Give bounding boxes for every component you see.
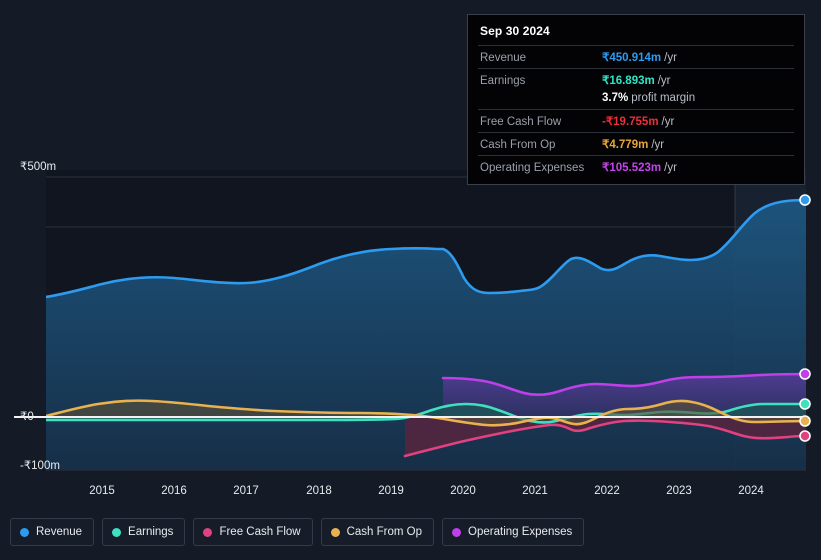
tooltip-unit-earnings: /yr [657, 75, 671, 87]
x-tick-2021: 2021 [522, 485, 548, 497]
tooltip-unit-operating-expenses: /yr [664, 162, 677, 174]
tooltip-label-earnings: Earnings [480, 75, 526, 87]
endpoint-revenue[interactable] [799, 194, 811, 206]
tooltip-row-profit-margin: 3.7% profit margin [478, 91, 794, 109]
y-tick-0: ₹0 [20, 411, 34, 423]
tooltip-unit-profit-margin: profit margin [631, 92, 696, 104]
endpoint-earnings[interactable] [799, 398, 811, 410]
tooltip-label-free-cash-flow: Free Cash Flow [480, 116, 562, 128]
tooltip-unit-free-cash-flow: /yr [661, 116, 675, 128]
tooltip-value-free-cash-flow: -₹19.755m [602, 116, 659, 128]
tooltip-unit-cash-from-op: /yr [651, 139, 665, 151]
tooltip-date: Sep 30 2024 [480, 24, 550, 38]
chart-page: ₹500m ₹0 -₹100m 2015 2016 2017 2018 2019… [0, 0, 821, 560]
legend-item-cash-from-op[interactable]: Cash From Op [320, 518, 435, 546]
tooltip-row-cash-from-op: Cash From Op ₹4.779m /yr [478, 132, 794, 155]
legend-dot-icon-operating-expenses [452, 527, 462, 537]
tooltip-label-operating-expenses: Operating Expenses [480, 162, 585, 174]
endpoint-cash-from-op[interactable] [799, 415, 811, 427]
x-tick-2018: 2018 [306, 485, 332, 497]
tooltip-row-earnings: Earnings ₹16.893m /yr [478, 68, 794, 91]
tooltip-value-operating-expenses: ₹105.523m [602, 162, 662, 174]
tooltip-value-cash-from-op: ₹4.779m [602, 139, 649, 151]
tooltip-value-revenue: ₹450.914m [602, 52, 662, 64]
x-tick-2017: 2017 [233, 485, 259, 497]
x-tick-2020: 2020 [450, 485, 476, 497]
legend-item-free-cash-flow[interactable]: Free Cash Flow [193, 518, 313, 546]
x-tick-2024: 2024 [738, 485, 764, 497]
y-tick-minus-100m: -₹100m [20, 460, 60, 472]
legend-dot-icon-revenue [20, 527, 29, 537]
tooltip-row-revenue: Revenue ₹450.914m /yr [478, 45, 794, 68]
legend-label-earnings: Earnings [128, 526, 174, 538]
endpoint-operating-expenses[interactable] [799, 368, 811, 380]
tooltip-label-cash-from-op: Cash From Op [480, 139, 556, 151]
tooltip-value-profit-margin: 3.7% [602, 92, 629, 104]
x-tick-2023: 2023 [666, 485, 692, 497]
legend-item-revenue[interactable]: Revenue [10, 518, 95, 546]
tooltip-label-revenue: Revenue [480, 52, 527, 64]
legend-dot-icon-free-cash-flow [203, 527, 213, 537]
tooltip-row-free-cash-flow: Free Cash Flow -₹19.755m /yr [478, 109, 794, 132]
x-tick-2016: 2016 [161, 485, 187, 497]
tooltip-value-earnings: ₹16.893m [602, 75, 655, 87]
x-tick-2019: 2019 [378, 485, 404, 497]
legend-label-revenue: Revenue [36, 526, 83, 538]
x-tick-2022: 2022 [594, 485, 620, 497]
legend-label-cash-from-op: Cash From Op [346, 526, 423, 538]
legend-item-operating-expenses[interactable]: Operating Expenses [442, 518, 585, 546]
chart-legend: Revenue Earnings Free Cash Flow Cash Fro… [10, 518, 585, 546]
legend-dot-icon-cash-from-op [330, 527, 340, 537]
endpoint-free-cash-flow[interactable] [799, 430, 811, 442]
legend-dot-icon-earnings [112, 527, 122, 537]
tooltip-unit-revenue: /yr [664, 52, 677, 64]
x-tick-2015: 2015 [89, 485, 115, 497]
tooltip-row-operating-expenses: Operating Expenses ₹105.523m /yr [478, 155, 794, 178]
y-tick-500m: ₹500m [20, 161, 57, 173]
data-tooltip: Sep 30 2024 Revenue ₹450.914m /yr Earnin… [467, 14, 805, 185]
legend-label-operating-expenses: Operating Expenses [468, 526, 573, 538]
legend-item-earnings[interactable]: Earnings [102, 518, 186, 546]
legend-label-free-cash-flow: Free Cash Flow [219, 526, 301, 538]
